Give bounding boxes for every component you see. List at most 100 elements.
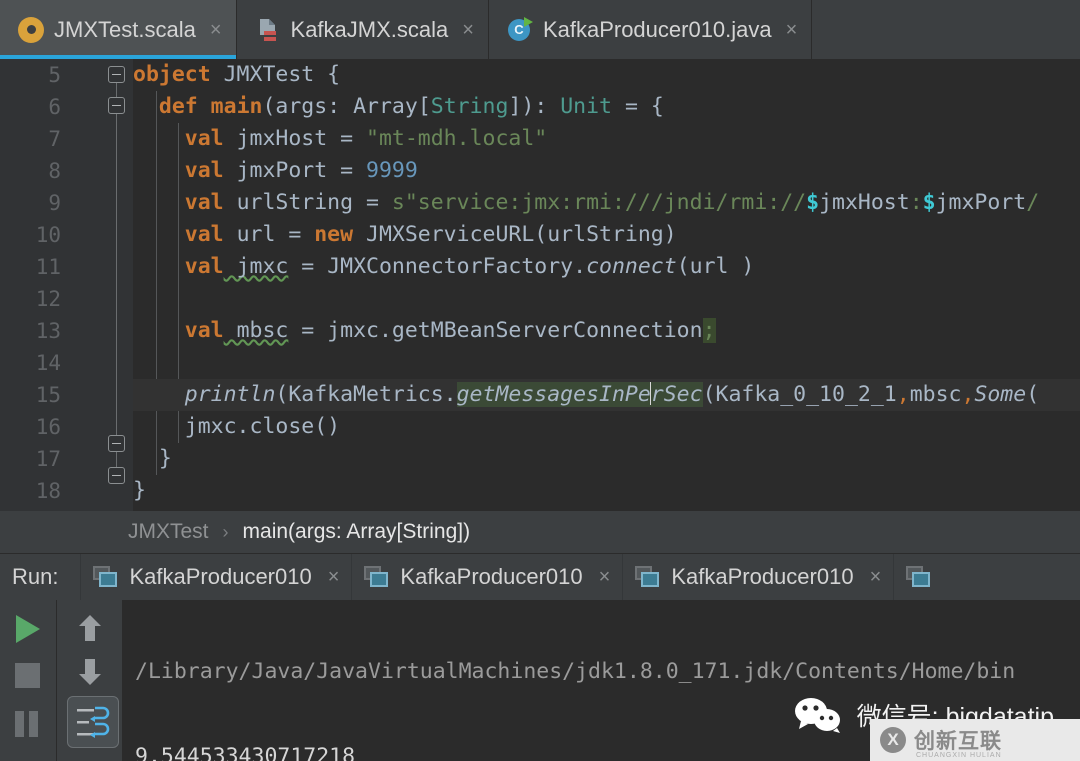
editor-tab-kafkaproducer010[interactable]: C KafkaProducer010.java × (489, 0, 813, 59)
identifier-mbsc: mbsc (223, 318, 289, 343)
cascade-windows-icon (635, 566, 661, 588)
fold-toggle-icon[interactable] (108, 435, 125, 452)
close-icon[interactable]: × (328, 566, 340, 589)
code-text: JMXTest { (210, 62, 341, 87)
source-code[interactable]: object JMXTest { def main(args: Array[St… (133, 59, 1080, 511)
previous-occurrence-button[interactable] (69, 608, 109, 648)
line-number: 15 (35, 383, 61, 407)
rerun-button[interactable] (8, 608, 48, 648)
ide-window: JMXTest.scala × KafkaJMX.scala × C Kafka… (0, 0, 1080, 761)
pause-button[interactable] (8, 704, 48, 744)
identifier-jmxc: jmxc (223, 254, 289, 279)
line-number: 17 (35, 447, 61, 471)
keyword-val: val (184, 318, 224, 343)
run-panel-label: Run: (12, 564, 59, 589)
code-line-9: val urlString = s"service:jmx:rmi:///jnd… (133, 187, 1080, 219)
option-some: Some (974, 382, 1027, 407)
code-text: [ (417, 94, 431, 119)
code-line-13: val mbsc = jmxc.getMBeanServerConnection… (133, 315, 1080, 347)
code-text: (Kafka_0_10_2_1 (702, 382, 897, 407)
close-icon[interactable]: × (786, 20, 798, 40)
code-text: urlString = (223, 190, 392, 215)
code-text: = JMXConnectorFactory. (288, 254, 587, 279)
chevron-right-icon: › (222, 521, 229, 542)
line-number-gutter: 5 6 7 8 9 10 11 12 13 14 15 16 17 18 19 (0, 59, 103, 511)
code-line-17: } (133, 443, 1080, 475)
run-tab-1[interactable]: KafkaProducer010 × (80, 553, 351, 601)
method-connect: connect (586, 254, 677, 279)
method-name: main (197, 94, 263, 119)
brand-subtitle: CHUANGXIN HULIAN (916, 752, 1002, 759)
editor-tab-bar: JMXTest.scala × KafkaJMX.scala × C Kafka… (0, 0, 1080, 59)
line-number: 16 (35, 415, 61, 439)
method-println: println (184, 382, 276, 407)
code-line-7: val jmxHost = "mt-mdh.local" (133, 123, 1080, 155)
method-getmessagesinpersec-tail: rSec (650, 382, 703, 407)
close-icon[interactable]: × (210, 20, 222, 40)
editor-tab-jmxtest[interactable]: JMXTest.scala × (0, 0, 237, 59)
arrow-up-icon (77, 613, 103, 643)
scala-file-icon (255, 17, 281, 43)
keyword-val: val (184, 158, 224, 183)
keyword-val: val (184, 222, 224, 247)
code-folding-column (103, 59, 133, 511)
line-number: 5 (48, 63, 61, 87)
interpolated-var: jmxHost (819, 190, 910, 215)
code-text: jmxc.close() (184, 414, 341, 439)
soft-wrap-button[interactable] (63, 694, 123, 754)
string-literal: s"service:jmx:rmi:///jndi/rmi:// (391, 190, 807, 215)
number-literal: 9999 (366, 158, 418, 183)
keyword-val: val (184, 254, 224, 279)
keyword-def: def (158, 94, 198, 119)
fold-toggle-icon[interactable] (108, 467, 125, 484)
code-editor[interactable]: 5 6 7 8 9 10 11 12 13 14 15 16 17 18 19 (0, 59, 1080, 511)
code-line-8: val jmxPort = 9999 (133, 155, 1080, 187)
line-number: 8 (48, 159, 61, 183)
code-line-15: println(KafkaMetrics.getMessagesInPerSec… (133, 379, 1080, 411)
run-tab-4-partial[interactable] (893, 553, 954, 601)
code-text: (url ) (676, 254, 755, 279)
line-number: 14 (35, 351, 61, 375)
fold-toggle-icon[interactable] (108, 66, 125, 83)
run-tab-label: KafkaProducer010 (400, 564, 583, 589)
fold-toggle-icon[interactable] (108, 97, 125, 114)
stop-button[interactable] (8, 656, 48, 696)
code-text: mbsc (909, 382, 962, 407)
fold-region-line (116, 115, 117, 435)
run-tab-3[interactable]: KafkaProducer010 × (622, 553, 893, 601)
method-getmessagesinpersec: getMessagesInPe (456, 382, 651, 407)
line-number: 10 (35, 223, 61, 247)
code-text: (args: (262, 94, 354, 119)
code-text: ( (1026, 382, 1040, 407)
interpolated-var: jmxPort (935, 190, 1027, 215)
run-tool-window-tab-bar: Run: KafkaProducer010 × KafkaProducer010… (0, 553, 1080, 601)
run-tab-label: KafkaProducer010 (129, 564, 312, 589)
close-icon[interactable]: × (870, 566, 882, 589)
code-text: url = (223, 222, 315, 247)
next-occurrence-button[interactable] (69, 652, 109, 692)
editor-tab-kafkajmx[interactable]: KafkaJMX.scala × (237, 0, 489, 59)
code-text: } (158, 446, 172, 471)
code-line-6: def main(args: Array[String]): Unit = { (133, 91, 1080, 123)
wechat-icon (793, 697, 845, 733)
cascade-windows-icon (906, 566, 932, 588)
close-icon[interactable]: × (599, 566, 611, 589)
brand-name: 创新互联 (914, 730, 1002, 753)
breadcrumb-current[interactable]: main(args: Array[String]) (243, 520, 471, 544)
interpolation-sigil: $ (806, 190, 820, 215)
line-number: 9 (48, 191, 61, 215)
keyword-val: val (184, 126, 224, 151)
run-tab-2[interactable]: KafkaProducer010 × (351, 553, 622, 601)
close-icon[interactable]: × (462, 20, 474, 40)
code-text: JMXServiceURL(urlString) (353, 222, 677, 247)
comma: , (961, 382, 975, 407)
code-text: } (133, 478, 146, 503)
line-number: 12 (35, 287, 61, 311)
string-literal: / (1026, 190, 1040, 215)
code-text: Array (353, 94, 418, 119)
code-line-5: object JMXTest { (133, 59, 1080, 91)
breadcrumb-root[interactable]: JMXTest (128, 520, 209, 544)
cascade-windows-icon (93, 566, 119, 588)
